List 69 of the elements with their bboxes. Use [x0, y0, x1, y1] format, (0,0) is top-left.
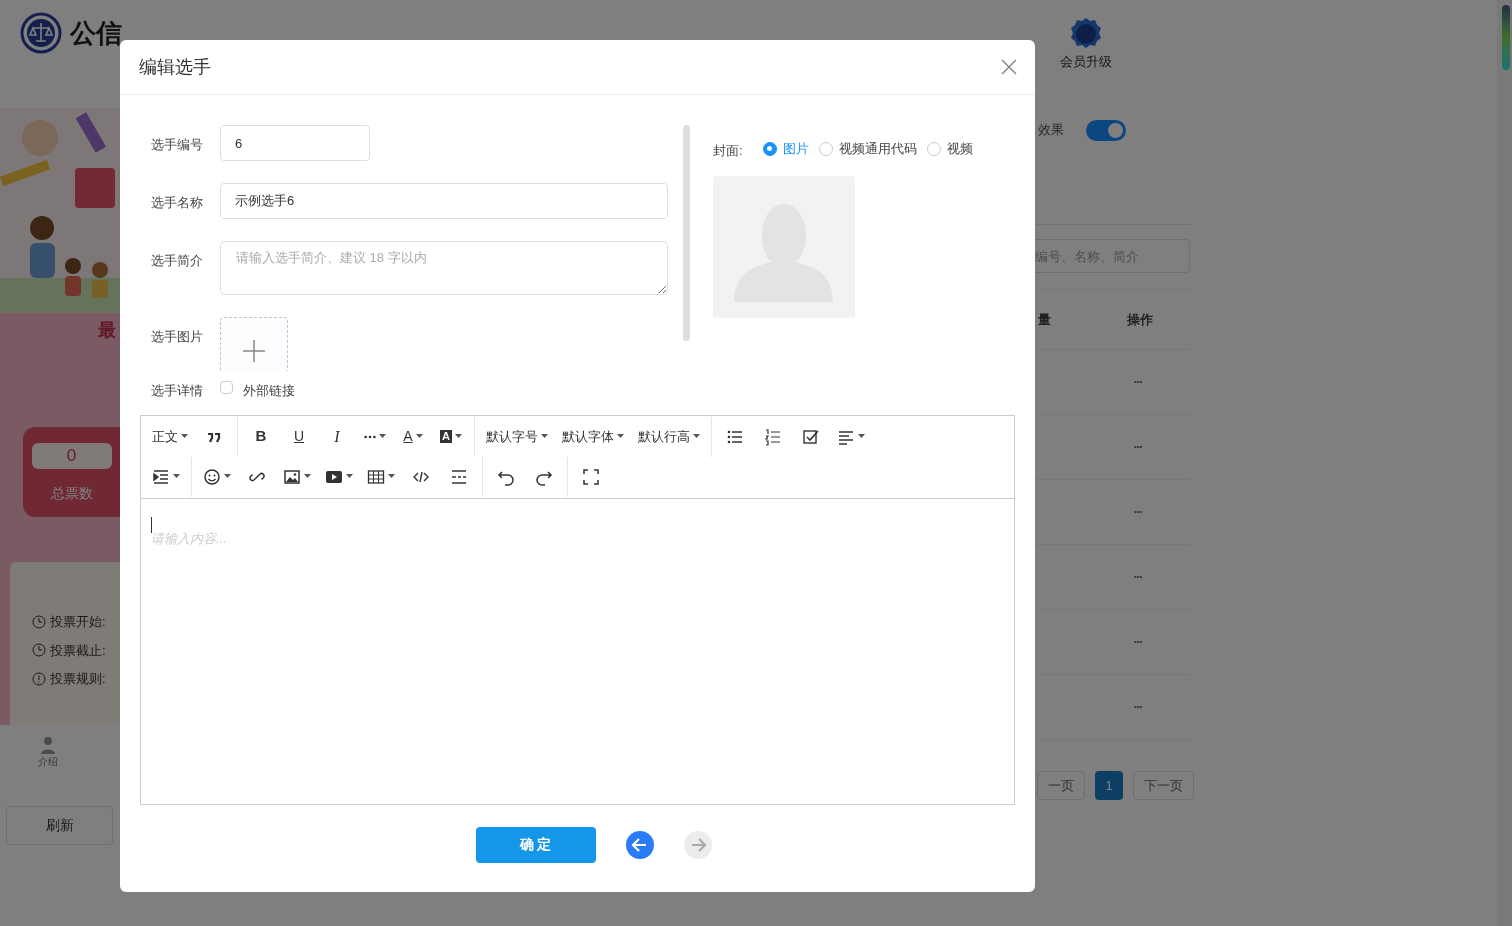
toolbar-dropdown[interactable]: 默认字体: [555, 421, 631, 452]
vip-upgrade-link[interactable]: 会员升级: [1060, 16, 1112, 72]
alert-icon: [32, 671, 46, 686]
info-label: 投票截止:: [50, 641, 106, 660]
field-label: 选手编号: [151, 136, 204, 154]
back-arrow-button[interactable]: [625, 830, 654, 859]
image-icon: [283, 467, 301, 486]
text-field[interactable]: 6: [220, 125, 370, 161]
caret-icon: [379, 434, 386, 439]
radio-option[interactable]: 视频通用代码: [818, 139, 917, 159]
text-cursor: [151, 516, 152, 533]
toolbar-button[interactable]: I: [318, 421, 356, 452]
indent-icon: [152, 467, 170, 486]
caret-icon: [541, 434, 548, 439]
field-label: 选手详情: [151, 382, 204, 400]
caret-icon: [304, 474, 311, 479]
checkbox-label: 外部链接: [243, 382, 295, 400]
clock-icon: [32, 614, 46, 629]
toolbar-button[interactable]: A: [394, 421, 432, 452]
person-icon: [39, 736, 57, 754]
fullscreen-icon: [582, 467, 600, 486]
scrollbar[interactable]: [1497, 0, 1512, 926]
caret-icon: [181, 434, 188, 439]
caret-icon: [224, 474, 231, 479]
toolbar-dropdown[interactable]: 默认字号: [479, 421, 555, 452]
logo-icon: [20, 12, 62, 54]
vote-count: 0: [31, 443, 112, 469]
checkbox[interactable]: [220, 381, 233, 394]
emoji-icon: [203, 467, 221, 486]
vote-count-label: 总票数: [50, 483, 93, 503]
toggle-label: 效果: [1038, 121, 1064, 140]
plus-icon: [242, 338, 266, 363]
more-icon: [364, 434, 376, 439]
radio-option[interactable]: 视频: [926, 139, 973, 159]
table-icon: [367, 467, 385, 486]
info-label: 投票开始:: [50, 613, 106, 631]
toolbar-button[interactable]: B: [242, 421, 280, 452]
numbered-list-icon: [764, 427, 782, 446]
scrollbar-thumb[interactable]: [683, 125, 690, 341]
divider-icon: [450, 467, 468, 486]
effect-toggle[interactable]: [1086, 119, 1126, 141]
checklist-icon: [802, 427, 820, 446]
close-icon[interactable]: [1001, 59, 1017, 75]
clock-icon: [32, 643, 46, 658]
caret-icon: [617, 434, 624, 439]
caret-icon: [454, 434, 462, 439]
field-label: 选手图片: [151, 328, 204, 346]
caret-icon: [388, 474, 395, 479]
toolbar-dropdown[interactable]: 默认行高: [631, 421, 707, 452]
text-field[interactable]: 示例选手6: [220, 183, 668, 219]
caret-icon: [415, 434, 423, 439]
toolbar-button[interactable]: A: [432, 421, 470, 452]
caret-icon: [693, 434, 700, 439]
cover-label: 封面:: [713, 142, 743, 160]
field-label: 选手简介: [151, 252, 204, 270]
toolbar-dropdown[interactable]: 正文: [145, 421, 195, 452]
column-header: 操作: [1127, 310, 1153, 329]
field-label: 选手名称: [151, 194, 204, 212]
column-header: 量: [1038, 310, 1052, 329]
caret-icon: [173, 474, 180, 479]
banner-heading: 最: [98, 318, 116, 342]
refresh-button[interactable]: 刷新: [6, 806, 113, 845]
caret-icon: [858, 434, 865, 439]
info-label: 投票规则:: [50, 670, 106, 688]
text-area[interactable]: 请输入选手简介、建议 18 字以内: [220, 241, 668, 295]
dialog-title: 编辑选手: [139, 55, 211, 79]
caret-icon: [346, 474, 353, 479]
logo-text: 公信: [70, 20, 122, 46]
toolbar-button[interactable]: U: [280, 421, 318, 452]
